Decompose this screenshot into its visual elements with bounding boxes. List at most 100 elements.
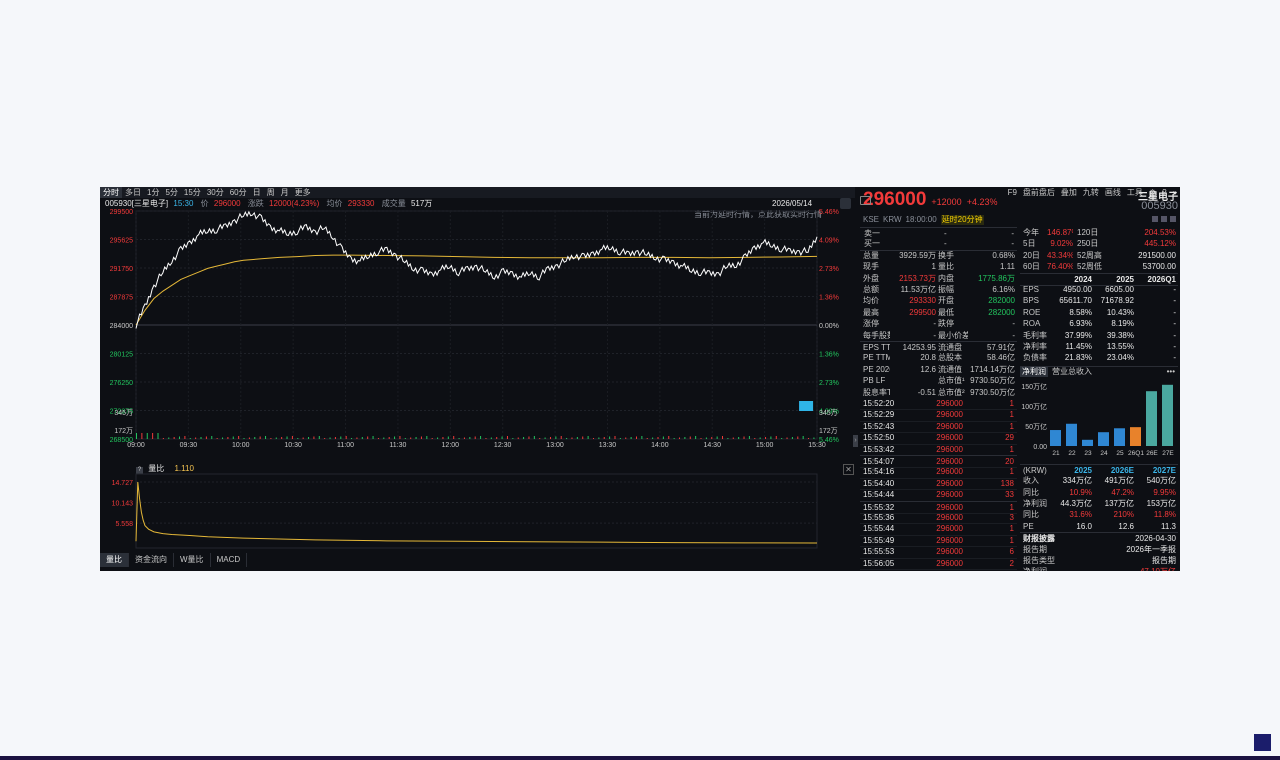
volume-bar (367, 436, 369, 439)
period-tab[interactable]: 15分 (181, 187, 204, 198)
period-tab[interactable]: 60分 (227, 187, 250, 198)
volume-bar (222, 437, 224, 439)
forecast-value: 11.3 (1161, 521, 1176, 531)
volume-bar (410, 437, 412, 439)
stat-row: 涨停 - 跌停 - (860, 318, 1017, 329)
volume-bar (216, 438, 218, 439)
stat-value: -0.51 (917, 387, 936, 397)
perf-label: 52周高 (1077, 250, 1102, 260)
volume-bar (738, 437, 740, 439)
intraday-chart[interactable]: 299500 5.46% 295625 4.09% 291750 2.73% 287875 1… (100, 209, 855, 459)
tick-time: 15:56:05 (863, 558, 895, 568)
period-tab[interactable]: 月 (278, 187, 292, 198)
volume-bar (705, 437, 707, 439)
tick-row: 15:56:05 296000 2 (860, 558, 1017, 570)
fin-value: - (1173, 319, 1176, 329)
fin-value: 13.55% (1106, 342, 1134, 351)
panel-collapse-button[interactable]: › (853, 435, 858, 447)
volume-ratio-line (135, 482, 818, 544)
period-tab[interactable]: 周 (264, 187, 278, 198)
fin-label: ROA (1023, 319, 1041, 329)
period-tab[interactable]: 分时 (100, 187, 122, 198)
indicator-tab[interactable]: 量比 (100, 553, 129, 567)
volume-bar (668, 436, 670, 439)
volume-bar (318, 436, 320, 439)
perf-row: 5日 9.02% 250日 445.12% (1020, 238, 1178, 249)
tick-volume: 1 (1009, 467, 1014, 477)
volume-bar (453, 436, 455, 439)
bar-y-tick: 0.00 (1033, 444, 1047, 451)
stock-code-label: 005930[三星电子] (105, 199, 169, 208)
volume-bar (297, 438, 299, 439)
volume-bar (496, 437, 498, 439)
fin-tab-revenue[interactable]: 营业总收入 (1052, 367, 1092, 377)
indicator-tab[interactable]: 资金流向 (129, 553, 174, 567)
volume-bar (136, 433, 137, 439)
volume-bar (528, 436, 530, 439)
stat-value: 282000 (988, 296, 1015, 306)
stat-value: 6.16% (992, 285, 1015, 294)
volume-bar (609, 436, 611, 439)
tick-time: 15:55:49 (863, 535, 895, 545)
x-tick: 11:00 (337, 442, 354, 449)
volume-bar (560, 436, 562, 439)
stat-label: 内盘 (938, 273, 954, 283)
volume-bar (377, 438, 379, 439)
x-tick: 15:30 (808, 442, 826, 449)
bar-y-tick: 150万亿 (1021, 382, 1047, 391)
forecast-label: PE (1023, 521, 1034, 531)
volume-bar (168, 437, 170, 439)
fin-row: BPS 65611.70 71678.92 - (1020, 295, 1178, 306)
add-icon[interactable] (1170, 216, 1176, 222)
y-tick-right: 0.00% (819, 323, 839, 330)
stat-label: 跌停 (938, 319, 954, 329)
volume-bar (281, 437, 283, 439)
chat-icon[interactable] (860, 196, 871, 205)
volume-bar (684, 437, 686, 439)
x-tick: 14:30 (703, 442, 721, 449)
forecast-row: 收入 334万亿 491万亿 540万亿 (1020, 475, 1178, 486)
volume-bar (673, 438, 675, 439)
volume-bar (286, 436, 288, 439)
stat-row: PE TTM 20.8 总股本 58.46亿 (860, 352, 1017, 363)
stat-label: 每手股数 (863, 330, 890, 340)
volume-bar (238, 436, 240, 439)
stat-row: 股息率TTM -0.51总市值² 9730.50万亿 (860, 387, 1017, 398)
collapse-handle[interactable] (840, 198, 851, 209)
period-tab[interactable]: 30分 (204, 187, 227, 198)
settings-icon[interactable] (1161, 216, 1167, 222)
more-icon[interactable]: ••• (1167, 367, 1178, 377)
y-tick-right: 1.36% (819, 352, 839, 359)
period-tab[interactable]: 日 (250, 187, 264, 198)
volume-bar (501, 436, 503, 439)
volume-bar (356, 437, 358, 439)
stat-label: 总市值¹ (938, 376, 965, 386)
indicator-tab[interactable]: MACD (211, 553, 248, 567)
period-tab[interactable]: 更多 (292, 187, 314, 198)
period-tab[interactable]: 多日 (122, 187, 144, 198)
forecast-label: 净利润 (1023, 499, 1047, 508)
volume-bar (716, 436, 718, 439)
edit-icon[interactable] (1152, 216, 1158, 222)
stat-value: 282000 (988, 307, 1015, 317)
fin-tab-net-profit[interactable]: 净利润 (1020, 366, 1048, 377)
stat-value: - (1012, 330, 1015, 340)
period-tab[interactable]: 5分 (162, 187, 180, 198)
volume-bar (652, 437, 654, 439)
fin-value: 4950.00 (1063, 285, 1092, 294)
tick-time: 15:55:53 (863, 547, 895, 557)
tick-time: 15:52:20 (863, 399, 895, 408)
forecast-value: 16.0 (1076, 521, 1092, 531)
stat-value: 293330 (909, 296, 936, 306)
price-change-pct: +4.23% (966, 197, 998, 207)
indicator-tab[interactable]: W量比 (174, 553, 211, 567)
tick-price: 296000 (936, 524, 963, 534)
forecast-row: PE 16.0 12.6 11.3 (1020, 521, 1178, 532)
stat-row: PE 2026E 12.6流通值 1714.14万亿 (860, 364, 1017, 375)
tick-time: 15:53:42 (863, 444, 895, 454)
period-tab[interactable]: 1分 (144, 187, 162, 198)
x-tick: 11:30 (389, 442, 406, 449)
volume-bar (399, 436, 401, 439)
volume-ratio-chart[interactable]: 14.727 10.143 5.558 (100, 464, 855, 550)
bar-x-tick: 26E (1146, 450, 1158, 457)
